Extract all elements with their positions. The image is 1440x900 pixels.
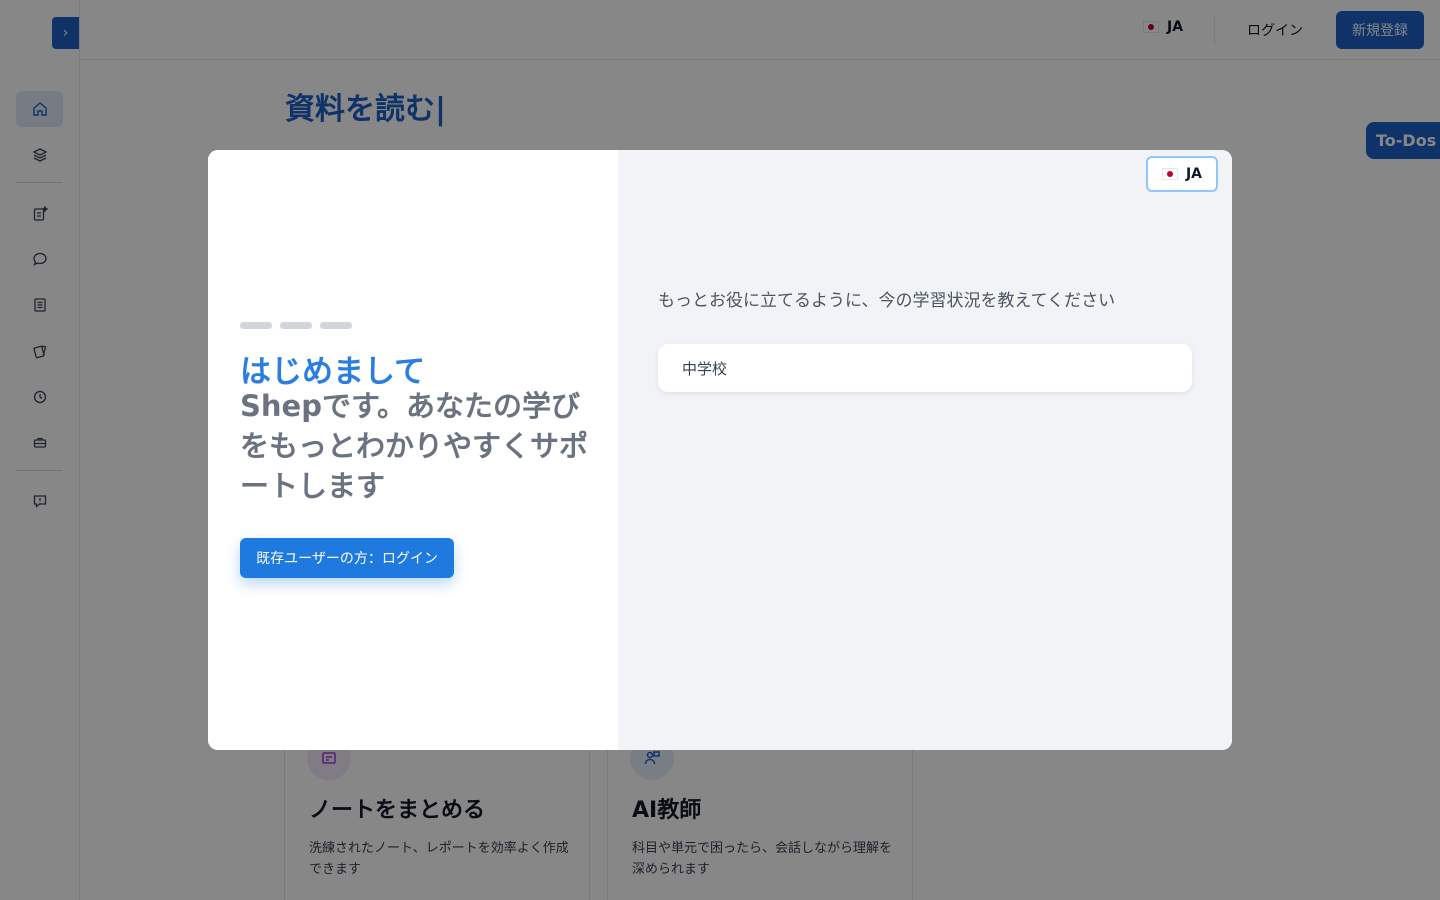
step-indicator: [240, 322, 352, 329]
existing-user-login-button[interactable]: 既存ユーザーの方：ログイン: [240, 538, 454, 578]
option-junior-high[interactable]: 中学校: [658, 344, 1192, 392]
step-dot: [280, 322, 312, 329]
modal-welcome-panel: はじめまして Shepです。あなたの学びをもっとわかりやすくサポートします 既存…: [208, 150, 618, 750]
japan-flag-icon: [1161, 168, 1178, 180]
onboarding-modal: はじめまして Shepです。あなたの学びをもっとわかりやすくサポートします 既存…: [208, 150, 1232, 750]
welcome-title: はじめまして: [240, 354, 426, 390]
question-text: もっとお役に立てるように、今の学習状況を教えてください: [658, 291, 1116, 311]
step-dot: [240, 322, 272, 329]
welcome-message: Shepです。あなたの学びをもっとわかりやすくサポートします: [240, 389, 589, 503]
modal-language-selector[interactable]: JA: [1146, 156, 1218, 192]
step-dot: [320, 322, 352, 329]
modal-question-panel: JA もっとお役に立てるように、今の学習状況を教えてください 中学校: [618, 150, 1232, 750]
language-label: JA: [1185, 166, 1203, 182]
